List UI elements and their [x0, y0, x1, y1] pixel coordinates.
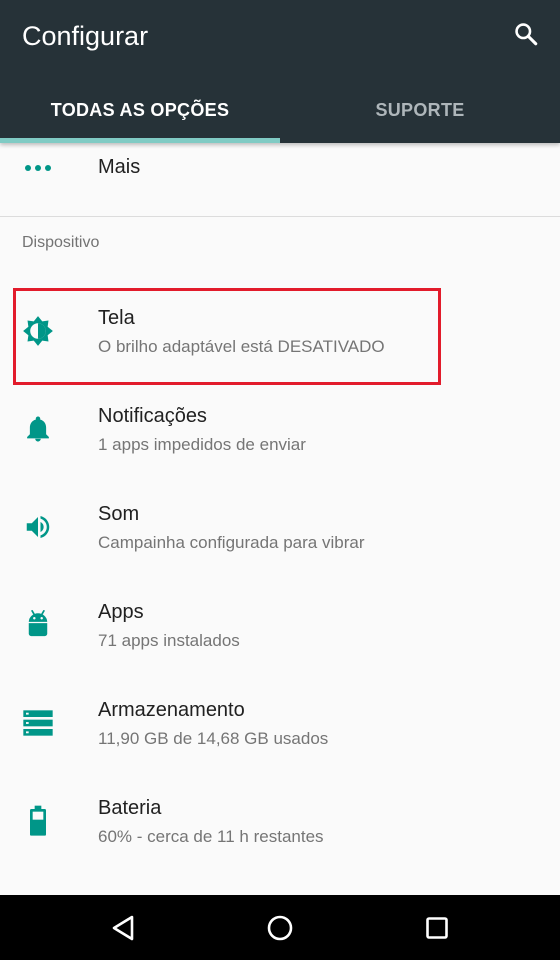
volume-icon: [20, 509, 56, 545]
settings-item-label: Bateria: [98, 797, 162, 819]
battery-icon: [20, 803, 56, 839]
settings-item-summary: 71 apps instalados: [98, 631, 240, 650]
navigation-bar: [0, 895, 560, 960]
settings-item-storage[interactable]: Armazenamento 11,90 GB de 14,68 GB usado…: [0, 674, 560, 772]
settings-item-label: Armazenamento: [98, 699, 245, 721]
settings-item-label: Apps: [98, 601, 144, 623]
home-icon: [267, 915, 293, 941]
back-icon: [112, 915, 134, 941]
divider: [0, 216, 560, 217]
settings-item-summary: 1 apps impedidos de enviar: [98, 435, 306, 454]
brightness-icon: [20, 313, 56, 349]
tab-all-options[interactable]: TODAS AS OPÇÕES: [0, 80, 280, 140]
home-button[interactable]: [255, 903, 305, 953]
tab-indicator: [0, 138, 280, 143]
settings-item-summary: 60% - cerca de 11 h restantes: [98, 827, 324, 846]
app-bar: Configurar TODAS AS OPÇÕES SUPORTE: [0, 0, 560, 143]
search-button[interactable]: [506, 14, 546, 54]
tab-support[interactable]: SUPORTE: [280, 80, 560, 140]
recents-icon: [426, 917, 448, 939]
settings-item-label: Som: [98, 503, 140, 525]
recents-button[interactable]: [412, 903, 462, 953]
settings-item-label: Mais: [98, 156, 141, 178]
back-button[interactable]: [98, 903, 148, 953]
settings-item-summary: Campainha configurada para vibrar: [98, 533, 365, 552]
settings-item-label: Notificações: [98, 405, 207, 427]
section-header: Dispositivo: [22, 234, 100, 251]
settings-item-battery[interactable]: Bateria 60% - cerca de 11 h restantes: [0, 772, 560, 870]
settings-item-label: Tela: [98, 307, 135, 329]
page-title: Configurar: [22, 21, 149, 51]
settings-item-display[interactable]: Tela O brilho adaptável está DESATIVADO: [0, 282, 560, 380]
search-icon: [515, 23, 538, 46]
settings-item-sound[interactable]: Som Campainha configurada para vibrar: [0, 478, 560, 576]
settings-item-apps[interactable]: Apps 71 apps instalados: [0, 576, 560, 674]
android-icon: [20, 607, 56, 643]
settings-item-notifications[interactable]: Notificações 1 apps impedidos de enviar: [0, 380, 560, 478]
more-horizontal-icon: [20, 150, 56, 186]
settings-item-summary: O brilho adaptável está DESATIVADO: [98, 337, 385, 356]
storage-icon: [20, 705, 56, 741]
bell-icon: [20, 411, 56, 447]
settings-item-summary: 11,90 GB de 14,68 GB usados: [98, 729, 329, 748]
